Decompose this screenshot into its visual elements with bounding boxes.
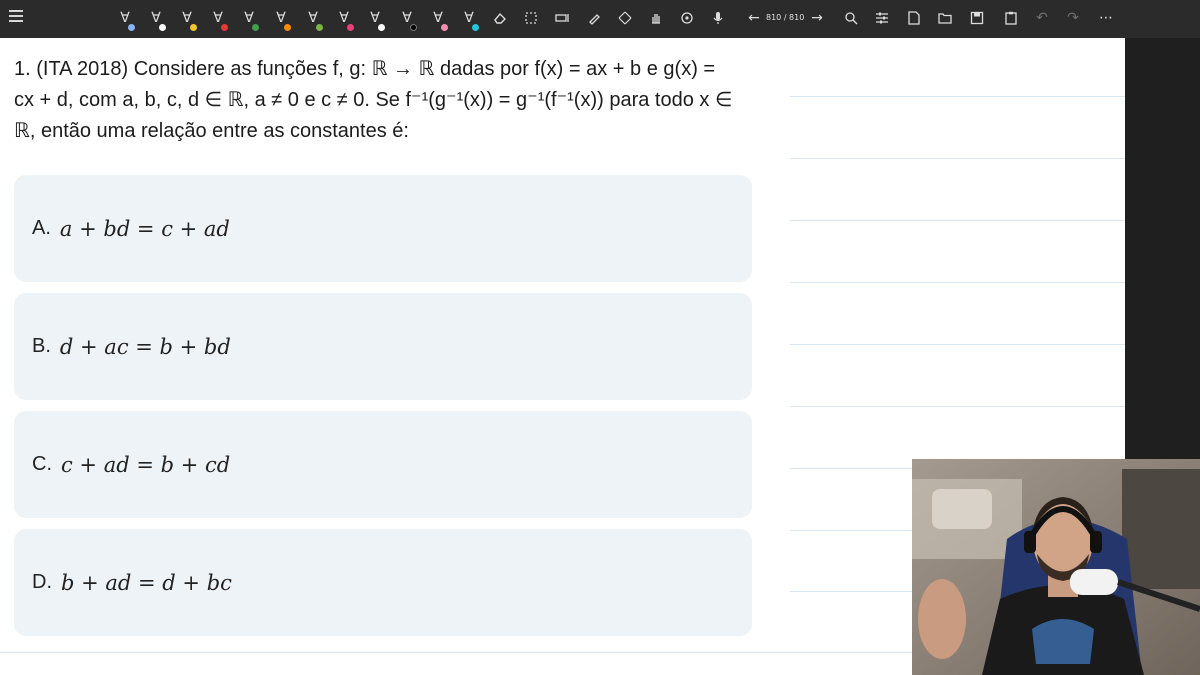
side-panel xyxy=(1125,38,1200,459)
pen-icon: ∀ xyxy=(464,10,474,26)
pen-tool-1[interactable]: ∀ xyxy=(114,7,136,31)
question-line: cx + d, com a, b, c, d ∈ ℝ, a ≠ 0 e c ≠ … xyxy=(14,89,733,111)
option-d[interactable]: D. b + ad = d + bc xyxy=(14,529,752,636)
laser-tool[interactable] xyxy=(676,7,698,29)
open-button[interactable] xyxy=(934,7,956,29)
page-counter: 810 / 810 xyxy=(766,13,805,22)
pen-icon: ∀ xyxy=(244,10,254,26)
laser-icon xyxy=(681,12,693,24)
arrow-right-icon: → xyxy=(811,10,823,26)
new-page-button[interactable] xyxy=(903,7,925,29)
paste-button[interactable] xyxy=(1000,7,1022,29)
more-dots-icon: ⋯ xyxy=(1099,10,1113,26)
pen-tool-2[interactable]: ∀ xyxy=(145,7,167,31)
question-line: ℝ, então uma relação entre as constantes… xyxy=(14,120,409,142)
option-formula: c + ad = b + cd xyxy=(61,452,231,477)
pen-tool-10[interactable]: ∀ xyxy=(396,7,418,31)
redo-button[interactable]: ↷ xyxy=(1062,7,1084,29)
option-formula: a + bd = c + ad xyxy=(59,216,230,241)
webcam-overlay xyxy=(912,459,1200,675)
option-letter: B. xyxy=(32,335,51,357)
pen-icon: ∀ xyxy=(402,10,412,26)
zoom-button[interactable] xyxy=(840,7,862,29)
option-c[interactable]: C. c + ad = b + cd xyxy=(14,411,752,518)
question-line: 1. (ITA 2018) Considere as funções f, g:… xyxy=(14,58,716,80)
hand-tool[interactable] xyxy=(645,7,667,29)
option-formula: d + ac = b + bd xyxy=(59,334,231,359)
save-icon xyxy=(970,11,984,25)
note-line xyxy=(790,344,1125,345)
marker-icon xyxy=(589,14,600,25)
more-options-button[interactable]: ⋯ xyxy=(1095,7,1117,29)
pen-icon: ∀ xyxy=(151,10,161,26)
pen-tool-3[interactable]: ∀ xyxy=(176,7,198,31)
note-line xyxy=(790,406,1125,407)
pen-icon: ∀ xyxy=(182,10,192,26)
previous-page-button[interactable]: ← xyxy=(743,7,765,29)
zoom-icon xyxy=(845,12,858,25)
pen-icon: ∀ xyxy=(213,10,223,26)
webcam-feed-image xyxy=(912,459,1200,675)
note-line xyxy=(790,282,1125,283)
pen-tool-8[interactable]: ∀ xyxy=(333,7,355,31)
question-text: 1. (ITA 2018) Considere as funções f, g:… xyxy=(14,54,754,147)
save-button[interactable] xyxy=(966,7,988,29)
eraser-icon xyxy=(494,12,506,24)
option-letter: D. xyxy=(32,571,52,593)
pen-tool-9[interactable]: ∀ xyxy=(364,7,386,31)
toolbar: ∀ ∀ ∀ ∀ ∀ ∀ ∀ ∀ ∀ ∀ ∀ ∀ ← 810 / 810 → ↶ … xyxy=(0,0,1200,38)
pen-icon: ∀ xyxy=(308,10,318,26)
option-letter: C. xyxy=(32,453,52,475)
pen-icon: ∀ xyxy=(276,10,286,26)
text-tool[interactable] xyxy=(552,7,574,29)
move-tool[interactable] xyxy=(614,7,636,29)
pen-icon: ∀ xyxy=(370,10,380,26)
folder-icon xyxy=(938,13,952,24)
lasso-select-tool[interactable] xyxy=(520,7,542,29)
hand-icon xyxy=(652,14,660,24)
move-icon xyxy=(618,11,632,25)
note-line xyxy=(790,96,1125,97)
pen-tool-11[interactable]: ∀ xyxy=(427,7,449,31)
undo-button[interactable]: ↶ xyxy=(1031,7,1053,29)
microphone-icon xyxy=(713,12,723,24)
microphone-tool[interactable] xyxy=(707,7,729,29)
text-box-icon xyxy=(555,14,569,22)
redo-icon: ↷ xyxy=(1067,10,1079,26)
option-formula: b + ad = d + bc xyxy=(61,570,232,595)
lasso-icon xyxy=(525,12,537,24)
eraser-tool[interactable] xyxy=(489,7,511,29)
pen-icon: ∀ xyxy=(339,10,349,26)
note-line xyxy=(790,158,1125,159)
arrow-left-icon: ← xyxy=(748,10,760,26)
clipboard-icon xyxy=(1005,11,1017,25)
undo-icon: ↶ xyxy=(1036,10,1048,26)
option-b[interactable]: B. d + ac = b + bd xyxy=(14,293,752,400)
pen-tool-7[interactable]: ∀ xyxy=(302,7,324,31)
pen-tool-4[interactable]: ∀ xyxy=(207,7,229,31)
pen-tool-6[interactable]: ∀ xyxy=(270,7,292,31)
option-a[interactable]: A. a + bd = c + ad xyxy=(14,175,752,282)
marker-tool[interactable] xyxy=(583,7,605,29)
new-file-icon xyxy=(908,11,920,25)
sliders-icon xyxy=(876,12,888,24)
option-letter: A. xyxy=(32,217,51,239)
note-line xyxy=(790,220,1125,221)
pen-tool-12[interactable]: ∀ xyxy=(458,7,480,31)
pen-icon: ∀ xyxy=(120,10,130,26)
hamburger-menu-icon[interactable] xyxy=(9,10,23,24)
pen-icon: ∀ xyxy=(433,10,443,26)
next-page-button[interactable]: → xyxy=(806,7,828,29)
pen-tool-5[interactable]: ∀ xyxy=(238,7,260,31)
settings-button[interactable] xyxy=(871,7,893,29)
